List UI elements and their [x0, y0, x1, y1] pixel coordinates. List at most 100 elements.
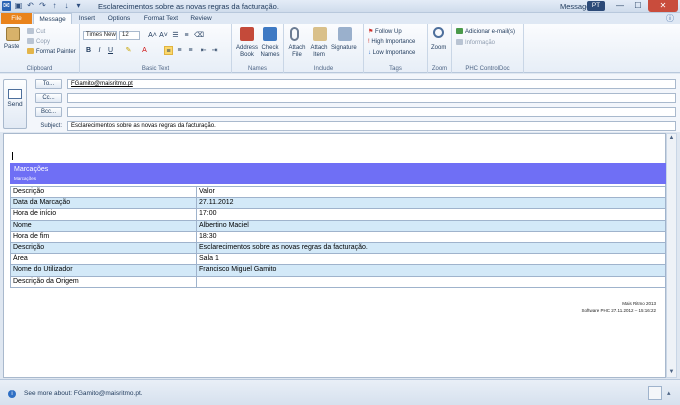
send-button[interactable]: Send	[3, 79, 27, 129]
group-label-clipboard: Clipboard	[26, 66, 53, 72]
high-importance-button[interactable]: ! High Importance	[368, 39, 415, 45]
table-row: Hora de fim 18:30	[10, 230, 666, 243]
highlight-icon[interactable]: ✎	[124, 46, 133, 55]
people-pane-bar: i See more about: FGamito@maisritmo.pt. …	[0, 379, 680, 405]
table-row: Nome do Utilizador Francisco Miguel Gamit…	[10, 264, 666, 277]
check-names-button[interactable]: Check Names	[259, 45, 281, 59]
increase-indent-icon[interactable]: ⇥	[210, 46, 219, 55]
down-icon[interactable]: ↓	[62, 1, 71, 11]
copy-icon	[27, 38, 34, 44]
row-label: Descrição	[10, 185, 197, 199]
subject-field[interactable]: Esclarecimentos sobre as novas regras da…	[67, 121, 676, 131]
maximize-button[interactable]: ☐	[629, 0, 647, 12]
attach-file-button[interactable]: Attach File	[286, 45, 308, 59]
table-row: Nome Albertino Maciel	[10, 219, 666, 232]
check-names-icon	[263, 27, 277, 41]
scroll-down-icon[interactable]: ▼	[667, 368, 676, 377]
row-value: 17:00	[196, 208, 666, 221]
to-recipient[interactable]: FGamito@maisritmo.pt	[71, 81, 133, 87]
italic-button[interactable]: I	[95, 46, 104, 55]
row-value: Esclarecimentos sobre as novas regras da…	[196, 241, 666, 255]
avatar[interactable]	[648, 386, 662, 400]
tab-file[interactable]: File	[1, 13, 32, 24]
expand-icon[interactable]: ▴	[667, 389, 671, 397]
banner-subtitle: Marcações	[14, 176, 37, 181]
to-button[interactable]: To...	[35, 79, 62, 89]
group-phc-controldoc: Adicionar e-mail(s) Informação PHC Contr…	[452, 24, 524, 73]
table-row: Área Sala 1	[10, 253, 666, 266]
address-book-button[interactable]: Address Book	[235, 45, 259, 59]
group-label-basic-text: Basic Text	[141, 66, 170, 72]
add-email-icon	[456, 28, 463, 34]
row-value	[196, 275, 666, 288]
close-button[interactable]: ✕	[648, 0, 678, 12]
align-center-icon[interactable]: ≡	[175, 46, 184, 55]
align-right-icon[interactable]: ≡	[186, 46, 195, 55]
redo-icon[interactable]: ↷	[38, 1, 47, 11]
group-include: Attach File Attach Item Signature Includ…	[284, 24, 364, 73]
group-clipboard: Paste Cut Copy Format Painter Clipboard	[0, 24, 80, 73]
group-label-phc: PHC ControlDoc	[465, 66, 510, 72]
tab-insert[interactable]: Insert	[74, 13, 100, 24]
message-body[interactable]: Marcações Marcações Descrição Valor Data d…	[3, 133, 666, 378]
language-badge[interactable]: PT	[587, 1, 605, 11]
paste-icon	[6, 27, 20, 41]
decrease-indent-icon[interactable]: ⇤	[199, 46, 208, 55]
subject-label: Subject:	[40, 123, 62, 129]
cc-field[interactable]	[67, 93, 676, 103]
attach-item-button[interactable]: Attach Item	[308, 45, 330, 59]
add-email-button[interactable]: Adicionar e-mail(s)	[456, 28, 515, 35]
customize-icon[interactable]: ▾	[74, 1, 83, 11]
row-label: Descrição	[10, 241, 197, 255]
group-names: Address Book Check Names Names	[232, 24, 284, 73]
tab-review[interactable]: Review	[188, 13, 214, 24]
font-color-icon[interactable]: A	[140, 46, 149, 55]
paperclip-icon	[290, 27, 299, 41]
format-painter-button[interactable]: Format Painter	[27, 48, 76, 55]
font-size-select[interactable]: 12	[119, 31, 140, 40]
minimize-button[interactable]: —	[611, 0, 629, 12]
quick-access-toolbar: ✉ ▣ ↶ ↷ ↑ ↓ ▾	[2, 1, 83, 11]
underline-button[interactable]: U	[106, 46, 115, 55]
shrink-font-button[interactable]: A˅	[159, 31, 168, 40]
row-value: Valor	[196, 185, 666, 199]
row-label: Área	[10, 253, 197, 266]
body-scrollbar[interactable]: ▲ ▼	[666, 133, 677, 378]
clear-format-icon[interactable]: ⌫	[194, 31, 204, 40]
paste-button[interactable]: Paste	[4, 44, 19, 50]
footer-company: Mais Ritmo 2013	[622, 301, 656, 306]
undo-icon[interactable]: ↶	[26, 1, 35, 11]
scroll-up-icon[interactable]: ▲	[667, 134, 676, 143]
font-name-select[interactable]: Times New	[83, 31, 117, 40]
copy-button[interactable]: Copy	[27, 38, 50, 45]
row-value: 27.11.2012	[196, 197, 666, 210]
align-left-icon[interactable]: ≡	[164, 46, 173, 55]
row-label: Nome do Utilizador	[10, 264, 197, 277]
info-button[interactable]: Informação	[456, 39, 495, 46]
follow-up-button[interactable]: ⚑ Follow Up	[368, 28, 402, 35]
bold-button[interactable]: B	[84, 46, 93, 55]
bcc-field[interactable]	[67, 107, 676, 117]
bcc-button[interactable]: Bcc...	[35, 107, 62, 117]
signature-icon	[338, 27, 352, 41]
bullets-icon[interactable]: ☰	[171, 31, 180, 40]
low-importance-button[interactable]: ↓ Low Importance	[368, 50, 415, 56]
zoom-button[interactable]: Zoom	[431, 45, 446, 51]
tab-format-text[interactable]: Format Text	[140, 13, 182, 24]
help-icon[interactable]: ⓘ	[666, 13, 674, 24]
tab-options[interactable]: Options	[104, 13, 134, 24]
group-label-names: Names	[247, 66, 267, 72]
numbering-icon[interactable]: ≡	[182, 31, 191, 40]
format-painter-icon	[27, 48, 34, 54]
cut-button[interactable]: Cut	[27, 28, 45, 35]
tab-message[interactable]: Message	[33, 13, 72, 24]
to-field[interactable]: FGamito@maisritmo.pt	[67, 79, 676, 89]
window-title-suffix: Message	[560, 2, 591, 11]
save-icon[interactable]: ▣	[14, 1, 23, 11]
grow-font-button[interactable]: A˄	[148, 31, 157, 40]
signature-button[interactable]: Signature	[331, 45, 357, 51]
up-icon[interactable]: ↑	[50, 1, 59, 11]
cc-button[interactable]: Cc...	[35, 93, 62, 103]
see-more-text[interactable]: See more about: FGamito@maisritmo.pt.	[24, 390, 143, 397]
marcacoes-banner: Marcações Marcações	[10, 163, 666, 184]
